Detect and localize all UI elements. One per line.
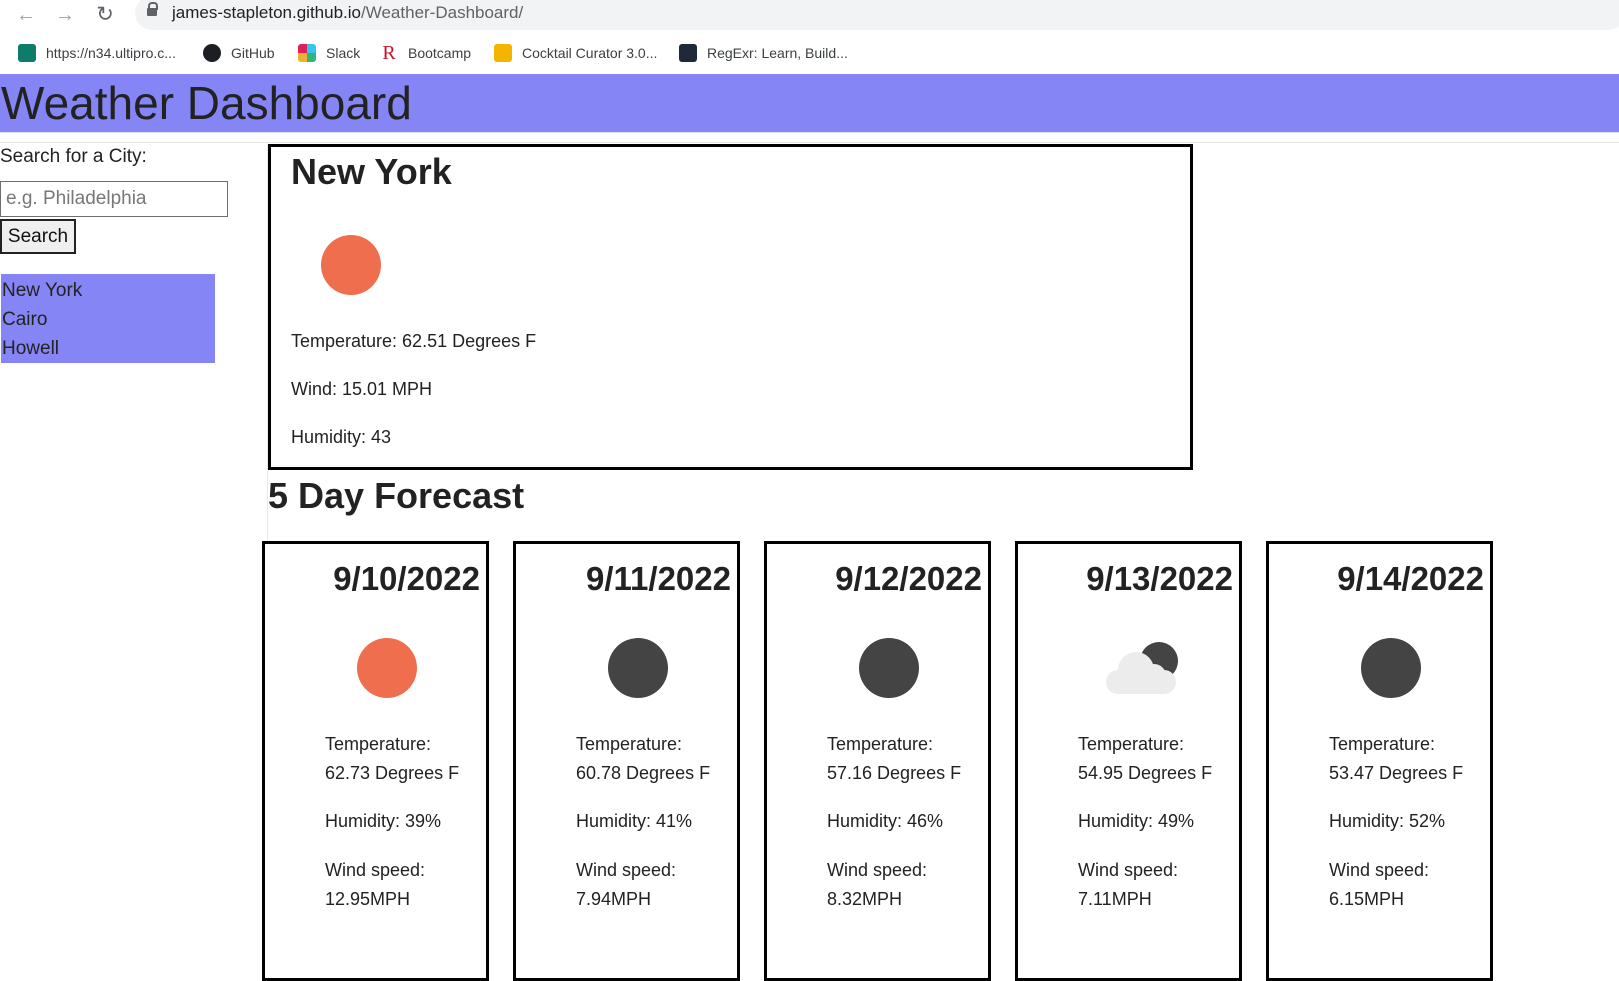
moon-icon xyxy=(859,638,919,698)
back-arrow-icon[interactable]: ← xyxy=(13,2,39,28)
forecast-card: 9/10/2022 Temperature: 62.73 Degrees F H… xyxy=(262,541,489,981)
cloud-moon-icon xyxy=(1098,638,1184,698)
bookmark-cocktail-curator[interactable]: Cocktail Curator 3.0... xyxy=(494,42,657,64)
forecast-temp: 62.73 Degrees F xyxy=(325,763,460,783)
bookmark-label: Cocktail Curator 3.0... xyxy=(522,45,658,61)
forecast-humidity: Humidity: 41% xyxy=(576,811,693,831)
forecast-card: 9/12/2022 Temperature: 57.16 Degrees F H… xyxy=(764,541,991,981)
forecast-wind: 6.15MPH xyxy=(1329,889,1405,909)
history-item-new-york[interactable]: New York xyxy=(1,276,215,305)
forecast-date: 9/14/2022 xyxy=(1337,560,1484,597)
history-item-cairo[interactable]: Cairo xyxy=(1,305,215,334)
bookmark-bootcamp[interactable]: R Bootcamp xyxy=(380,42,471,64)
slides-icon xyxy=(494,44,512,62)
bookmarks-bar: https://n34.ultipro.c... GitHub Slack R … xyxy=(0,36,1619,72)
url-host: james-stapleton.github.io xyxy=(172,3,362,22)
regexr-icon xyxy=(679,44,697,62)
forecast-card: 9/13/2022 Temperature: 54.95 Degrees F H… xyxy=(1015,541,1242,981)
forecast-humidity: Humidity: 49% xyxy=(1078,811,1195,831)
bookmark-label: Bootcamp xyxy=(408,45,472,61)
forecast-temp-label: Temperature: xyxy=(576,734,683,754)
address-bar[interactable]: james-stapleton.github.io/Weather-Dashbo… xyxy=(135,0,1619,30)
current-humidity: Humidity: 43 xyxy=(291,427,392,447)
slack-icon xyxy=(298,44,316,62)
forecast-wind-label: Wind speed: xyxy=(827,860,928,880)
search-label: Search for a City: xyxy=(0,146,147,167)
forecast-temp: 54.95 Degrees F xyxy=(1078,763,1213,783)
forecast-humidity: Humidity: 52% xyxy=(1329,811,1446,831)
forecast-title: 5 Day Forecast xyxy=(268,475,525,516)
forecast-temp: 53.47 Degrees F xyxy=(1329,763,1464,783)
forecast-temp-label: Temperature: xyxy=(827,734,934,754)
sun-icon xyxy=(321,235,381,295)
current-temperature: Temperature: 62.51 Degrees F xyxy=(291,331,537,351)
forecast-wind: 7.11MPH xyxy=(1078,889,1152,909)
forecast-wind: 8.32MPH xyxy=(827,889,903,909)
city-search-input[interactable] xyxy=(0,181,228,217)
search-history-list: New York Cairo Howell xyxy=(1,274,215,363)
bookmark-ultipro[interactable]: https://n34.ultipro.c... xyxy=(18,42,176,64)
history-item-howell[interactable]: Howell xyxy=(1,334,215,363)
moon-icon xyxy=(608,638,668,698)
forecast-wind-label: Wind speed: xyxy=(1329,860,1430,880)
browser-toolbar: ← → ↻ james-stapleton.github.io/Weather-… xyxy=(0,0,1619,30)
bookmark-label: RegExr: Learn, Build... xyxy=(707,45,848,61)
search-button[interactable]: Search xyxy=(0,219,76,254)
url-path: /Weather-Dashboard/ xyxy=(361,3,524,22)
forecast-date: 9/12/2022 xyxy=(835,560,982,597)
forecast-temp: 60.78 Degrees F xyxy=(576,763,711,783)
moon-icon xyxy=(1361,638,1421,698)
forecast-humidity: Humidity: 39% xyxy=(325,811,442,831)
forward-arrow-icon[interactable]: → xyxy=(52,2,78,28)
bookmark-slack[interactable]: Slack xyxy=(298,42,360,64)
forecast-wind: 12.95MPH xyxy=(325,889,411,909)
forecast-date: 9/13/2022 xyxy=(1086,560,1233,597)
forecast-wind-label: Wind speed: xyxy=(576,860,677,880)
github-icon xyxy=(203,44,221,62)
ultipro-icon xyxy=(18,44,36,62)
page-title: Weather Dashboard xyxy=(1,77,412,129)
bookmark-github[interactable]: GitHub xyxy=(203,42,275,64)
bookmark-label: Slack xyxy=(326,45,361,61)
forecast-wind-label: Wind speed: xyxy=(1078,860,1179,880)
bookmark-label: https://n34.ultipro.c... xyxy=(46,45,176,61)
forecast-wind: 7.94MPH xyxy=(576,889,652,909)
forecast-temp-label: Temperature: xyxy=(1078,734,1185,754)
forecast-temp-label: Temperature: xyxy=(1329,734,1436,754)
lock-icon xyxy=(147,2,158,18)
forecast-date: 9/10/2022 xyxy=(333,560,480,597)
current-wind: Wind: 15.01 MPH xyxy=(291,379,433,399)
url-text: james-stapleton.github.io/Weather-Dashbo… xyxy=(172,3,523,23)
page-header: Weather Dashboard xyxy=(0,74,1619,133)
header-divider xyxy=(0,142,1619,143)
forecast-card: 9/14/2022 Temperature: 53.47 Degrees F H… xyxy=(1266,541,1493,981)
bootcamp-icon: R xyxy=(382,42,396,64)
sun-icon xyxy=(357,638,417,698)
forecast-temp: 57.16 Degrees F xyxy=(827,763,962,783)
forecast-date: 9/11/2022 xyxy=(586,560,731,597)
bookmark-label: GitHub xyxy=(231,45,275,61)
current-weather-card: New York Temperature: 62.51 Degrees F Wi… xyxy=(268,144,1193,470)
current-city-name: New York xyxy=(291,151,452,192)
forecast-humidity: Humidity: 46% xyxy=(827,811,944,831)
forecast-temp-label: Temperature: xyxy=(325,734,432,754)
bookmark-regexr[interactable]: RegExr: Learn, Build... xyxy=(679,42,848,64)
forecast-wind-label: Wind speed: xyxy=(325,860,426,880)
reload-icon[interactable]: ↻ xyxy=(92,2,118,28)
forecast-card: 9/11/2022 Temperature: 60.78 Degrees F H… xyxy=(513,541,740,981)
